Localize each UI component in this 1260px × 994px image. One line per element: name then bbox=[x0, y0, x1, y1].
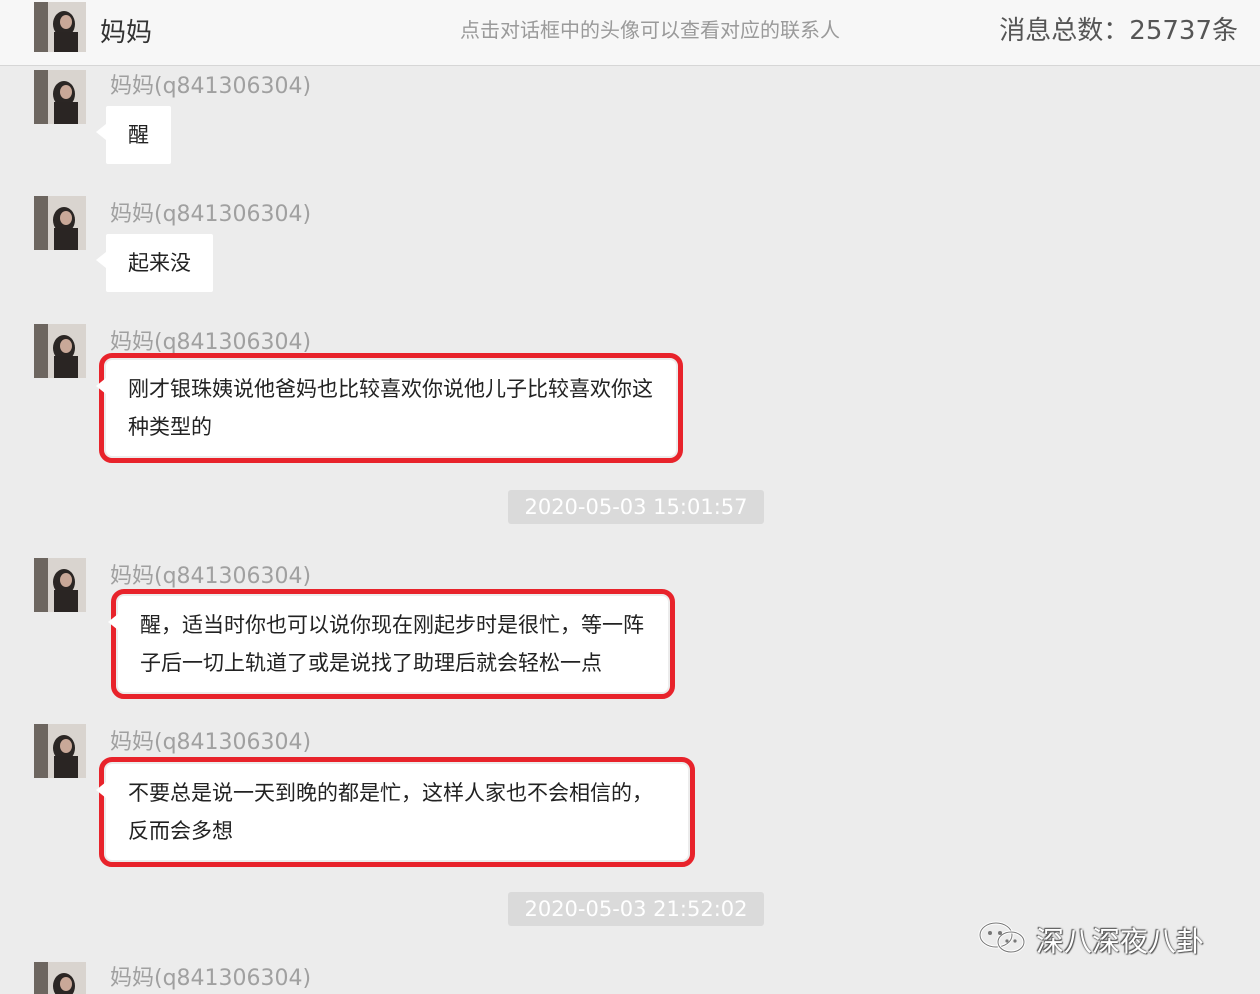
sender-name: 妈妈(q841306304) bbox=[110, 330, 312, 355]
chat-area[interactable]: 妈妈(q841306304) 醒 妈妈(q841306304) 起来没 妈妈(q… bbox=[0, 66, 1260, 994]
sender-name: 妈妈(q841306304) bbox=[110, 966, 312, 991]
avatar-hint-text: 点击对话框中的头像可以查看对应的联系人 bbox=[460, 18, 840, 42]
message-bubble-highlighted[interactable]: 不要总是说一天到晚的都是忙，这样人家也不会相信的，反而会多想 bbox=[96, 757, 695, 867]
contact-avatar[interactable] bbox=[34, 2, 86, 52]
message-timestamp: 2020-05-03 15:01:57 bbox=[508, 490, 764, 524]
sender-avatar[interactable] bbox=[34, 70, 86, 124]
sender-avatar[interactable] bbox=[34, 962, 86, 994]
sender-name: 妈妈(q841306304) bbox=[110, 564, 312, 589]
contact-name: 妈妈 bbox=[100, 18, 153, 48]
sender-name: 妈妈(q841306304) bbox=[110, 202, 312, 227]
message-bubble[interactable]: 起来没 bbox=[96, 234, 213, 292]
watermark: 深八深夜八卦 bbox=[978, 920, 1204, 960]
message-bubble-highlighted[interactable]: 醒，适当时你也可以说你现在刚起步时是很忙，等一阵子后一切上轨道了或是说找了助理后… bbox=[108, 589, 675, 699]
message-bubble[interactable]: 醒 bbox=[96, 106, 171, 164]
sender-avatar[interactable] bbox=[34, 724, 86, 778]
sender-avatar[interactable] bbox=[34, 324, 86, 378]
sender-name: 妈妈(q841306304) bbox=[110, 74, 312, 99]
message-count: 消息总数：25737条 bbox=[999, 16, 1238, 46]
chat-header: 妈妈 点击对话框中的头像可以查看对应的联系人 消息总数：25737条 bbox=[0, 0, 1260, 66]
wechat-official-account-icon bbox=[978, 920, 1028, 960]
sender-name: 妈妈(q841306304) bbox=[110, 730, 312, 755]
sender-avatar[interactable] bbox=[34, 558, 86, 612]
message-bubble-highlighted[interactable]: 刚才银珠姨说他爸妈也比较喜欢你说他儿子比较喜欢你这种类型的 bbox=[96, 353, 683, 463]
sender-avatar[interactable] bbox=[34, 196, 86, 250]
message-timestamp: 2020-05-03 21:52:02 bbox=[508, 892, 764, 926]
watermark-text: 深八深夜八卦 bbox=[1036, 925, 1205, 958]
